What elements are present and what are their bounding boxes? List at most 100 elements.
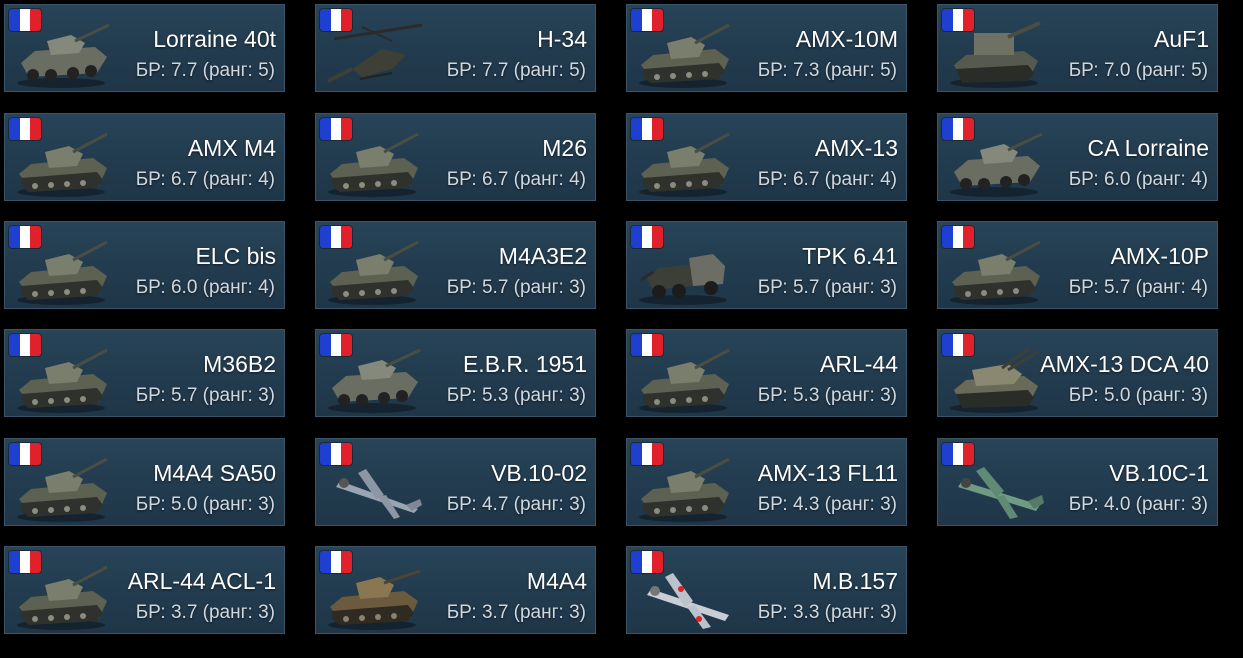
tank-icon <box>633 455 743 525</box>
vehicle-card[interactable]: ARL-44 БР: 5.3 (ранг: 3) <box>626 329 907 417</box>
france-flag-icon <box>9 226 41 248</box>
vehicle-br: БР: 7.7 (ранг: 5) <box>446 60 586 81</box>
tank-icon <box>11 563 121 633</box>
france-flag-icon <box>9 443 41 465</box>
vehicle-card[interactable]: M.B.157 БР: 3.3 (ранг: 3) <box>626 546 907 634</box>
tank-icon <box>322 130 432 200</box>
vehicle-card[interactable]: VB.10C-1 БР: 4.0 (ранг: 3) <box>937 438 1218 526</box>
tank-icon <box>11 346 121 416</box>
france-flag-icon <box>9 334 41 356</box>
tank-icon <box>633 21 743 91</box>
vehicle-card[interactable]: Lorraine 40t БР: 7.7 (ранг: 5) <box>4 4 285 92</box>
vehicle-br: БР: 5.7 (ранг: 3) <box>757 277 897 298</box>
vehicle-name: ARL-44 <box>820 351 898 377</box>
vehicle-card[interactable]: TPK 6.41 БР: 5.7 (ранг: 3) <box>626 221 907 309</box>
vehicle-card[interactable]: ELC bis БР: 6.0 (ранг: 4) <box>4 221 285 309</box>
vehicle-br: БР: 3.3 (ранг: 3) <box>757 602 897 623</box>
helicopter-icon <box>322 21 432 91</box>
vehicle-br: БР: 6.0 (ранг: 4) <box>1068 169 1208 190</box>
france-flag-icon <box>9 9 41 31</box>
tank-icon <box>944 238 1054 308</box>
vehicle-card[interactable]: E.B.R. 1951 БР: 5.3 (ранг: 3) <box>315 329 596 417</box>
vehicle-card[interactable]: M26 БР: 6.7 (ранг: 4) <box>315 113 596 201</box>
vehicle-br: БР: 6.7 (ранг: 4) <box>446 169 586 190</box>
france-flag-icon <box>631 226 663 248</box>
france-flag-icon <box>631 443 663 465</box>
vehicle-br: БР: 5.7 (ранг: 4) <box>1068 277 1208 298</box>
france-flag-icon <box>320 334 352 356</box>
vehicle-card[interactable]: AMX-13 DCA 40 БР: 5.0 (ранг: 3) <box>937 329 1218 417</box>
vehicle-name: VB.10-02 <box>491 460 587 486</box>
vehicle-br: БР: 5.0 (ранг: 3) <box>1068 385 1208 406</box>
france-flag-icon <box>631 551 663 573</box>
vehicle-name: VB.10C-1 <box>1109 460 1209 486</box>
france-flag-icon <box>942 9 974 31</box>
vehicle-br: БР: 4.7 (ранг: 3) <box>446 494 586 515</box>
vehicle-name: ELC bis <box>195 243 276 269</box>
vehicle-br: БР: 7.3 (ранг: 5) <box>757 60 897 81</box>
vehicle-br: БР: 5.3 (ранг: 3) <box>757 385 897 406</box>
plane-light-icon <box>633 563 743 633</box>
vehicle-card[interactable]: AMX-10M БР: 7.3 (ранг: 5) <box>626 4 907 92</box>
france-flag-icon <box>320 443 352 465</box>
france-flag-icon <box>320 226 352 248</box>
vehicle-card[interactable]: M4A4 БР: 3.7 (ранг: 3) <box>315 546 596 634</box>
vehicle-card[interactable]: AMX-13 БР: 6.7 (ранг: 4) <box>626 113 907 201</box>
tank-brown-icon <box>322 563 432 633</box>
vehicle-name: TPK 6.41 <box>802 243 898 269</box>
vehicle-name: AuF1 <box>1154 26 1209 52</box>
vehicle-card[interactable]: AMX-10P БР: 5.7 (ранг: 4) <box>937 221 1218 309</box>
spg-icon <box>944 21 1054 91</box>
france-flag-icon <box>9 551 41 573</box>
vehicle-br: БР: 3.7 (ранг: 3) <box>135 602 275 623</box>
vehicle-card[interactable]: CA Lorraine БР: 6.0 (ранг: 4) <box>937 113 1218 201</box>
plane-green-icon <box>944 455 1054 525</box>
vehicle-card[interactable]: AuF1 БР: 7.0 (ранг: 5) <box>937 4 1218 92</box>
vehicle-name: M.B.157 <box>812 568 898 594</box>
vehicle-card[interactable]: M4A3E2 БР: 5.7 (ранг: 3) <box>315 221 596 309</box>
vehicle-card[interactable]: AMX M4 БР: 6.7 (ранг: 4) <box>4 113 285 201</box>
vehicle-name: Lorraine 40t <box>153 26 276 52</box>
vehicle-br: БР: 5.0 (ранг: 3) <box>135 494 275 515</box>
france-flag-icon <box>942 443 974 465</box>
vehicle-name: E.B.R. 1951 <box>462 351 587 377</box>
vehicle-name: M26 <box>542 135 587 161</box>
vehicle-br: БР: 6.7 (ранг: 4) <box>135 169 275 190</box>
wheeled-tank-icon <box>322 346 432 416</box>
vehicle-name: H-34 <box>537 26 587 52</box>
vehicle-br: БР: 4.3 (ранг: 3) <box>757 494 897 515</box>
vehicle-card[interactable]: VB.10-02 БР: 4.7 (ранг: 3) <box>315 438 596 526</box>
vehicle-name: M36B2 <box>203 351 276 377</box>
france-flag-icon <box>320 9 352 31</box>
vehicle-br: БР: 7.7 (ранг: 5) <box>135 60 275 81</box>
vehicle-br: БР: 5.7 (ранг: 3) <box>135 385 275 406</box>
vehicle-card[interactable]: M4A4 SA50 БР: 5.0 (ранг: 3) <box>4 438 285 526</box>
vehicle-name: CA Lorraine <box>1087 135 1209 161</box>
wheeled-tank-icon <box>11 21 121 91</box>
vehicle-card[interactable]: H-34 БР: 7.7 (ранг: 5) <box>315 4 596 92</box>
vehicle-grid: Lorraine 40t БР: 7.7 (ранг: 5) H-34 БР: 7.7… <box>0 0 1243 658</box>
vehicle-card[interactable]: AMX-13 FL11 БР: 4.3 (ранг: 3) <box>626 438 907 526</box>
vehicle-name: AMX M4 <box>187 135 276 161</box>
vehicle-name: AMX-13 <box>814 135 898 161</box>
vehicle-br: БР: 6.0 (ранг: 4) <box>135 277 275 298</box>
vehicle-br: БР: 6.7 (ранг: 4) <box>757 169 897 190</box>
vehicle-name: M4A3E2 <box>498 243 587 269</box>
tank-icon <box>11 130 121 200</box>
tank-icon <box>633 130 743 200</box>
vehicle-card[interactable]: ARL-44 ACL-1 БР: 3.7 (ранг: 3) <box>4 546 285 634</box>
spaa-icon <box>944 346 1054 416</box>
vehicle-br: БР: 4.0 (ранг: 3) <box>1068 494 1208 515</box>
vehicle-br: БР: 3.7 (ранг: 3) <box>446 602 586 623</box>
truck-icon <box>633 238 743 308</box>
france-flag-icon <box>942 334 974 356</box>
tank-icon <box>11 455 121 525</box>
vehicle-name: AMX-13 DCA 40 <box>1040 351 1209 377</box>
vehicle-name: ARL-44 ACL-1 <box>127 568 276 594</box>
vehicle-card[interactable]: M36B2 БР: 5.7 (ранг: 3) <box>4 329 285 417</box>
vehicle-name: AMX-13 FL11 <box>757 460 898 486</box>
vehicle-name: AMX-10P <box>1110 243 1209 269</box>
tank-icon <box>322 238 432 308</box>
wheeled-tank-icon <box>944 130 1054 200</box>
vehicle-name: M4A4 <box>526 568 587 594</box>
